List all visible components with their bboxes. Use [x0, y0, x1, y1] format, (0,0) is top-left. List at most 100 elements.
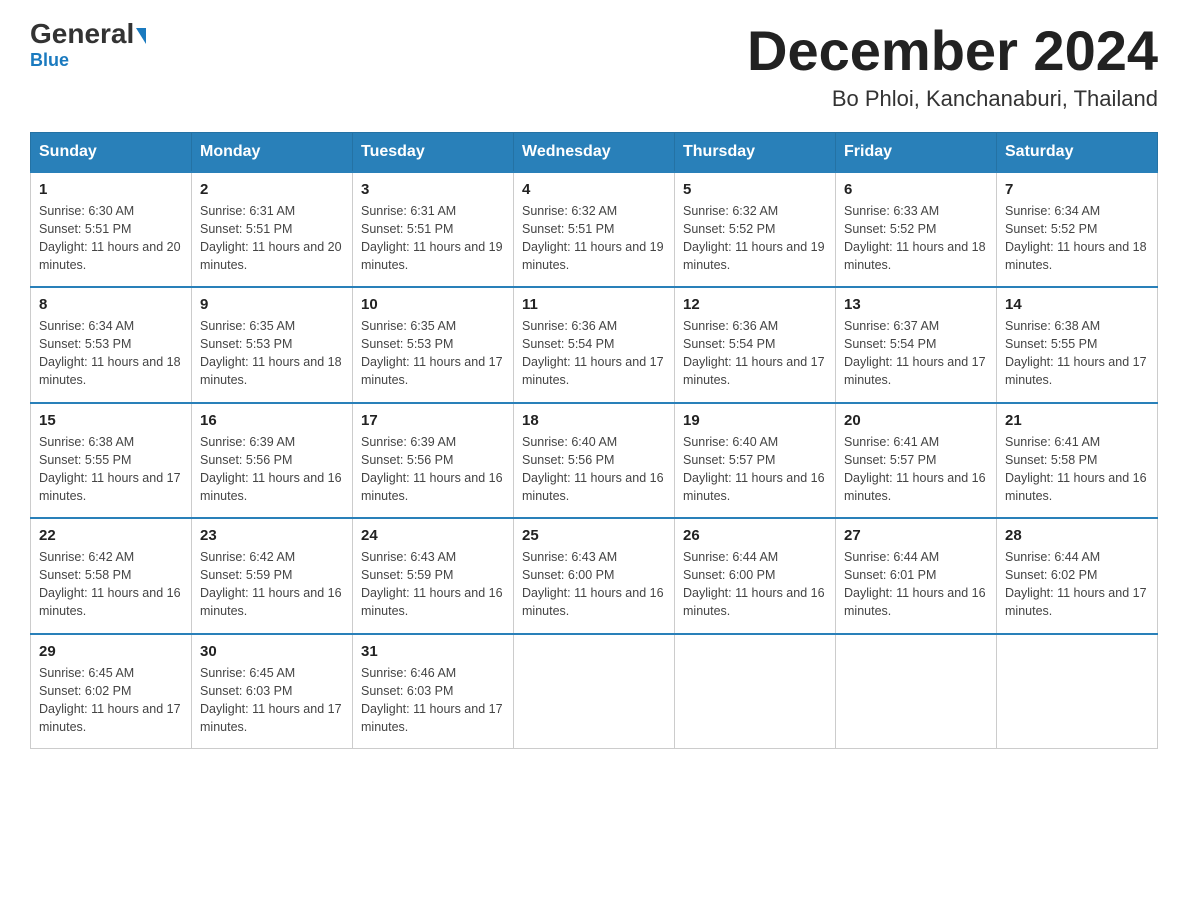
calendar-cell: 31 Sunrise: 6:46 AMSunset: 6:03 PMDayligh…: [353, 634, 514, 749]
day-number: 24: [361, 527, 505, 544]
day-number: 20: [844, 412, 988, 429]
calendar-cell: 10 Sunrise: 6:35 AMSunset: 5:53 PMDayligh…: [353, 287, 514, 403]
day-number: 21: [1005, 412, 1149, 429]
day-number: 14: [1005, 296, 1149, 313]
day-number: 11: [522, 296, 666, 313]
day-info: Sunrise: 6:41 AMSunset: 5:57 PMDaylight:…: [844, 433, 988, 506]
weekday-header-tuesday: Tuesday: [353, 132, 514, 172]
calendar-cell: [675, 634, 836, 749]
day-number: 28: [1005, 527, 1149, 544]
day-info: Sunrise: 6:32 AMSunset: 5:51 PMDaylight:…: [522, 202, 666, 275]
day-number: 10: [361, 296, 505, 313]
day-info: Sunrise: 6:33 AMSunset: 5:52 PMDaylight:…: [844, 202, 988, 275]
calendar-cell: 24 Sunrise: 6:43 AMSunset: 5:59 PMDayligh…: [353, 518, 514, 634]
day-info: Sunrise: 6:39 AMSunset: 5:56 PMDaylight:…: [361, 433, 505, 506]
day-info: Sunrise: 6:31 AMSunset: 5:51 PMDaylight:…: [200, 202, 344, 275]
calendar-cell: 17 Sunrise: 6:39 AMSunset: 5:56 PMDayligh…: [353, 403, 514, 519]
calendar-cell: 26Sunrise: 6:44 AMSunset: 6:00 PMDayligh…: [675, 518, 836, 634]
calendar-cell: 13Sunrise: 6:37 AMSunset: 5:54 PMDayligh…: [836, 287, 997, 403]
logo-general: General: [30, 18, 134, 49]
weekday-header-friday: Friday: [836, 132, 997, 172]
calendar-cell: 30 Sunrise: 6:45 AMSunset: 6:03 PMDayligh…: [192, 634, 353, 749]
calendar-cell: 20 Sunrise: 6:41 AMSunset: 5:57 PMDayligh…: [836, 403, 997, 519]
day-number: 6: [844, 181, 988, 198]
logo-text: General: [30, 20, 146, 48]
location: Bo Phloi, Kanchanaburi, Thailand: [747, 86, 1158, 112]
month-title: December 2024: [747, 20, 1158, 82]
day-number: 25: [522, 527, 666, 544]
day-number: 18: [522, 412, 666, 429]
day-number: 23: [200, 527, 344, 544]
calendar-cell: 22Sunrise: 6:42 AMSunset: 5:58 PMDayligh…: [31, 518, 192, 634]
day-number: 9: [200, 296, 344, 313]
day-info: Sunrise: 6:43 AMSunset: 5:59 PMDaylight:…: [361, 548, 505, 621]
day-number: 30: [200, 643, 344, 660]
calendar-cell: 6 Sunrise: 6:33 AMSunset: 5:52 PMDaylight…: [836, 172, 997, 288]
calendar-cell: 11 Sunrise: 6:36 AMSunset: 5:54 PMDayligh…: [514, 287, 675, 403]
calendar-table: SundayMondayTuesdayWednesdayThursdayFrid…: [30, 132, 1158, 750]
calendar-cell: 23 Sunrise: 6:42 AMSunset: 5:59 PMDayligh…: [192, 518, 353, 634]
day-number: 29: [39, 643, 183, 660]
week-row-2: 8Sunrise: 6:34 AMSunset: 5:53 PMDaylight…: [31, 287, 1158, 403]
day-info: Sunrise: 6:44 AMSunset: 6:02 PMDaylight:…: [1005, 548, 1149, 621]
day-number: 26: [683, 527, 827, 544]
day-number: 16: [200, 412, 344, 429]
day-info: Sunrise: 6:36 AMSunset: 5:54 PMDaylight:…: [683, 317, 827, 390]
logo: General Blue: [30, 20, 146, 71]
day-info: Sunrise: 6:42 AMSunset: 5:58 PMDaylight:…: [39, 548, 183, 621]
calendar-cell: 15 Sunrise: 6:38 AMSunset: 5:55 PMDayligh…: [31, 403, 192, 519]
weekday-header-monday: Monday: [192, 132, 353, 172]
week-row-5: 29 Sunrise: 6:45 AMSunset: 6:02 PMDayligh…: [31, 634, 1158, 749]
calendar-cell: [514, 634, 675, 749]
day-info: Sunrise: 6:35 AMSunset: 5:53 PMDaylight:…: [361, 317, 505, 390]
day-info: Sunrise: 6:40 AMSunset: 5:56 PMDaylight:…: [522, 433, 666, 506]
calendar-cell: 19Sunrise: 6:40 AMSunset: 5:57 PMDayligh…: [675, 403, 836, 519]
calendar-cell: 8Sunrise: 6:34 AMSunset: 5:53 PMDaylight…: [31, 287, 192, 403]
weekday-header-saturday: Saturday: [997, 132, 1158, 172]
day-number: 17: [361, 412, 505, 429]
calendar-cell: 7Sunrise: 6:34 AMSunset: 5:52 PMDaylight…: [997, 172, 1158, 288]
calendar-cell: 1 Sunrise: 6:30 AMSunset: 5:51 PMDaylight…: [31, 172, 192, 288]
calendar-cell: 5Sunrise: 6:32 AMSunset: 5:52 PMDaylight…: [675, 172, 836, 288]
day-info: Sunrise: 6:35 AMSunset: 5:53 PMDaylight:…: [200, 317, 344, 390]
calendar-cell: 2Sunrise: 6:31 AMSunset: 5:51 PMDaylight…: [192, 172, 353, 288]
weekday-header-row: SundayMondayTuesdayWednesdayThursdayFrid…: [31, 132, 1158, 172]
day-info: Sunrise: 6:34 AMSunset: 5:52 PMDaylight:…: [1005, 202, 1149, 275]
day-info: Sunrise: 6:46 AMSunset: 6:03 PMDaylight:…: [361, 664, 505, 737]
day-info: Sunrise: 6:31 AMSunset: 5:51 PMDaylight:…: [361, 202, 505, 275]
calendar-cell: [997, 634, 1158, 749]
day-number: 12: [683, 296, 827, 313]
calendar-cell: 16Sunrise: 6:39 AMSunset: 5:56 PMDayligh…: [192, 403, 353, 519]
day-number: 19: [683, 412, 827, 429]
week-row-4: 22Sunrise: 6:42 AMSunset: 5:58 PMDayligh…: [31, 518, 1158, 634]
day-number: 1: [39, 181, 183, 198]
calendar-cell: 4Sunrise: 6:32 AMSunset: 5:51 PMDaylight…: [514, 172, 675, 288]
day-number: 3: [361, 181, 505, 198]
title-section: December 2024 Bo Phloi, Kanchanaburi, Th…: [747, 20, 1158, 112]
day-number: 15: [39, 412, 183, 429]
day-info: Sunrise: 6:41 AMSunset: 5:58 PMDaylight:…: [1005, 433, 1149, 506]
logo-triangle-icon: [136, 28, 146, 44]
weekday-header-wednesday: Wednesday: [514, 132, 675, 172]
day-number: 13: [844, 296, 988, 313]
day-number: 31: [361, 643, 505, 660]
day-info: Sunrise: 6:36 AMSunset: 5:54 PMDaylight:…: [522, 317, 666, 390]
day-number: 27: [844, 527, 988, 544]
calendar-cell: 29 Sunrise: 6:45 AMSunset: 6:02 PMDayligh…: [31, 634, 192, 749]
calendar-cell: 9 Sunrise: 6:35 AMSunset: 5:53 PMDaylight…: [192, 287, 353, 403]
week-row-1: 1 Sunrise: 6:30 AMSunset: 5:51 PMDaylight…: [31, 172, 1158, 288]
calendar-cell: 18 Sunrise: 6:40 AMSunset: 5:56 PMDayligh…: [514, 403, 675, 519]
day-info: Sunrise: 6:30 AMSunset: 5:51 PMDaylight:…: [39, 202, 183, 275]
calendar-cell: 12 Sunrise: 6:36 AMSunset: 5:54 PMDayligh…: [675, 287, 836, 403]
day-info: Sunrise: 6:42 AMSunset: 5:59 PMDaylight:…: [200, 548, 344, 621]
day-info: Sunrise: 6:45 AMSunset: 6:02 PMDaylight:…: [39, 664, 183, 737]
day-info: Sunrise: 6:34 AMSunset: 5:53 PMDaylight:…: [39, 317, 183, 390]
logo-blue: Blue: [30, 50, 69, 71]
calendar-cell: 21 Sunrise: 6:41 AMSunset: 5:58 PMDayligh…: [997, 403, 1158, 519]
day-info: Sunrise: 6:38 AMSunset: 5:55 PMDaylight:…: [39, 433, 183, 506]
day-info: Sunrise: 6:38 AMSunset: 5:55 PMDaylight:…: [1005, 317, 1149, 390]
calendar-cell: 25Sunrise: 6:43 AMSunset: 6:00 PMDayligh…: [514, 518, 675, 634]
weekday-header-thursday: Thursday: [675, 132, 836, 172]
day-number: 5: [683, 181, 827, 198]
day-info: Sunrise: 6:45 AMSunset: 6:03 PMDaylight:…: [200, 664, 344, 737]
